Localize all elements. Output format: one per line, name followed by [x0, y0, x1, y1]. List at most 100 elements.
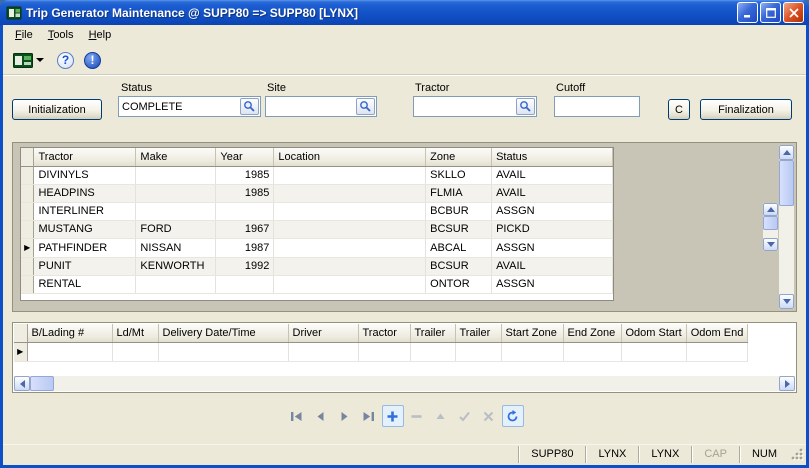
about-button[interactable]: [84, 52, 101, 69]
grid-cell[interactable]: 1985: [216, 166, 274, 184]
grid-cell[interactable]: PUNIT: [34, 257, 136, 275]
grid-cell[interactable]: NISSAN: [136, 238, 216, 257]
column-header[interactable]: B/Lading #: [27, 324, 112, 342]
grid-cell[interactable]: BCSUR: [426, 220, 492, 238]
column-header[interactable]: Status: [492, 148, 613, 166]
row-selector[interactable]: [21, 184, 34, 202]
column-header[interactable]: Tractor: [34, 148, 136, 166]
refresh-button[interactable]: [502, 405, 524, 427]
column-header[interactable]: Odom End: [686, 324, 748, 342]
column-header[interactable]: Start Zone: [501, 324, 563, 342]
grid-cell[interactable]: [136, 275, 216, 293]
last-button[interactable]: [358, 405, 380, 427]
initialization-button[interactable]: Initialization: [12, 99, 102, 120]
grid-cell[interactable]: ASSGN: [492, 202, 613, 220]
prev-button[interactable]: [310, 405, 332, 427]
table-row[interactable]: ▶PATHFINDERNISSAN1987ABCALASSGN: [21, 238, 613, 257]
site-input[interactable]: [266, 101, 356, 113]
add-button[interactable]: [382, 405, 404, 427]
grid-cell[interactable]: [455, 342, 501, 361]
grid-cell[interactable]: BCSUR: [426, 257, 492, 275]
row-selector[interactable]: [21, 220, 34, 238]
grid-cell[interactable]: [288, 342, 358, 361]
grid-cell[interactable]: [274, 184, 426, 202]
grid-cell[interactable]: PATHFINDER: [34, 238, 136, 257]
grid-scroll-up-button[interactable]: [763, 203, 778, 216]
table-row[interactable]: PUNITKENWORTH1992BCSURAVAIL: [21, 257, 613, 275]
scroll-left-button[interactable]: [14, 376, 30, 391]
row-selector[interactable]: [21, 166, 34, 184]
grid-cell[interactable]: AVAIL: [492, 257, 613, 275]
grid-cell[interactable]: [216, 202, 274, 220]
grid-cell[interactable]: PICKD: [492, 220, 613, 238]
grid-cell[interactable]: HEADPINS: [34, 184, 136, 202]
grid-cell[interactable]: [274, 238, 426, 257]
column-header[interactable]: Trailer: [455, 324, 501, 342]
grid-cell[interactable]: [410, 342, 455, 361]
status-input[interactable]: [119, 101, 240, 113]
grid-cell[interactable]: [563, 342, 621, 361]
next-button[interactable]: [334, 405, 356, 427]
column-header[interactable]: Odom Start: [621, 324, 686, 342]
column-header[interactable]: Location: [274, 148, 426, 166]
row-selector[interactable]: [21, 257, 34, 275]
column-header[interactable]: Zone: [426, 148, 492, 166]
grid-cell[interactable]: FLMIA: [426, 184, 492, 202]
finalization-button[interactable]: Finalization: [700, 99, 792, 120]
maximize-button[interactable]: [760, 2, 781, 23]
grid-scroll-down-button[interactable]: [763, 238, 778, 251]
grid-cell[interactable]: AVAIL: [492, 166, 613, 184]
hscroll-track[interactable]: [54, 376, 779, 391]
grid-cell[interactable]: [216, 275, 274, 293]
status-lookup-button[interactable]: [240, 98, 259, 115]
close-button[interactable]: [783, 2, 804, 23]
grid-cell[interactable]: SKLLO: [426, 166, 492, 184]
grid-cell[interactable]: ASSGN: [492, 238, 613, 257]
table-row[interactable]: HEADPINS1985FLMIAAVAIL: [21, 184, 613, 202]
delete-button[interactable]: [406, 405, 428, 427]
table-row[interactable]: MUSTANGFORD1967BCSURPICKD: [21, 220, 613, 238]
grid-cell[interactable]: [158, 342, 288, 361]
scroll-track[interactable]: [779, 206, 794, 294]
grid-scroll-thumb[interactable]: [763, 216, 778, 230]
detail-horizontal-scrollbar[interactable]: [14, 376, 795, 391]
grid-cell[interactable]: AVAIL: [492, 184, 613, 202]
grid-cell[interactable]: ABCAL: [426, 238, 492, 257]
table-row[interactable]: ▶: [14, 342, 748, 361]
scroll-up-button[interactable]: [779, 145, 794, 160]
table-row[interactable]: INTERLINERBCBURASSGN: [21, 202, 613, 220]
grid-cell[interactable]: [274, 166, 426, 184]
grid-cell[interactable]: 1992: [216, 257, 274, 275]
c-button[interactable]: C: [668, 99, 690, 120]
grid-cell[interactable]: 1967: [216, 220, 274, 238]
grid-scroll-track[interactable]: [763, 230, 778, 238]
accept-button[interactable]: [454, 405, 476, 427]
grid-cell[interactable]: DIVINYLS: [34, 166, 136, 184]
column-header[interactable]: Ld/Mt: [112, 324, 158, 342]
tractor-input[interactable]: [414, 101, 516, 113]
grid-cell[interactable]: [27, 342, 112, 361]
scroll-right-button[interactable]: [779, 376, 795, 391]
up-button[interactable]: [430, 405, 452, 427]
menu-file[interactable]: File: [9, 28, 39, 42]
grid-cell[interactable]: [136, 202, 216, 220]
column-header[interactable]: Make: [136, 148, 216, 166]
column-header[interactable]: End Zone: [563, 324, 621, 342]
cutoff-input[interactable]: [555, 101, 639, 113]
cancel-button[interactable]: [478, 405, 500, 427]
column-header[interactable]: Year: [216, 148, 274, 166]
grid-cell[interactable]: [621, 342, 686, 361]
grid-cell[interactable]: [136, 184, 216, 202]
menu-help[interactable]: Help: [83, 28, 118, 42]
grid-cell[interactable]: [136, 166, 216, 184]
hscroll-thumb[interactable]: [30, 376, 54, 391]
tractor-lookup-button[interactable]: [516, 98, 535, 115]
grid-cell[interactable]: RENTAL: [34, 275, 136, 293]
table-row[interactable]: RENTALONTORASSGN: [21, 275, 613, 293]
row-selector[interactable]: ▶: [21, 238, 34, 257]
resize-grip[interactable]: [791, 446, 806, 463]
grid-cell[interactable]: ONTOR: [426, 275, 492, 293]
site-lookup-button[interactable]: [356, 98, 375, 115]
grid-cell[interactable]: BCBUR: [426, 202, 492, 220]
grid-cell[interactable]: FORD: [136, 220, 216, 238]
